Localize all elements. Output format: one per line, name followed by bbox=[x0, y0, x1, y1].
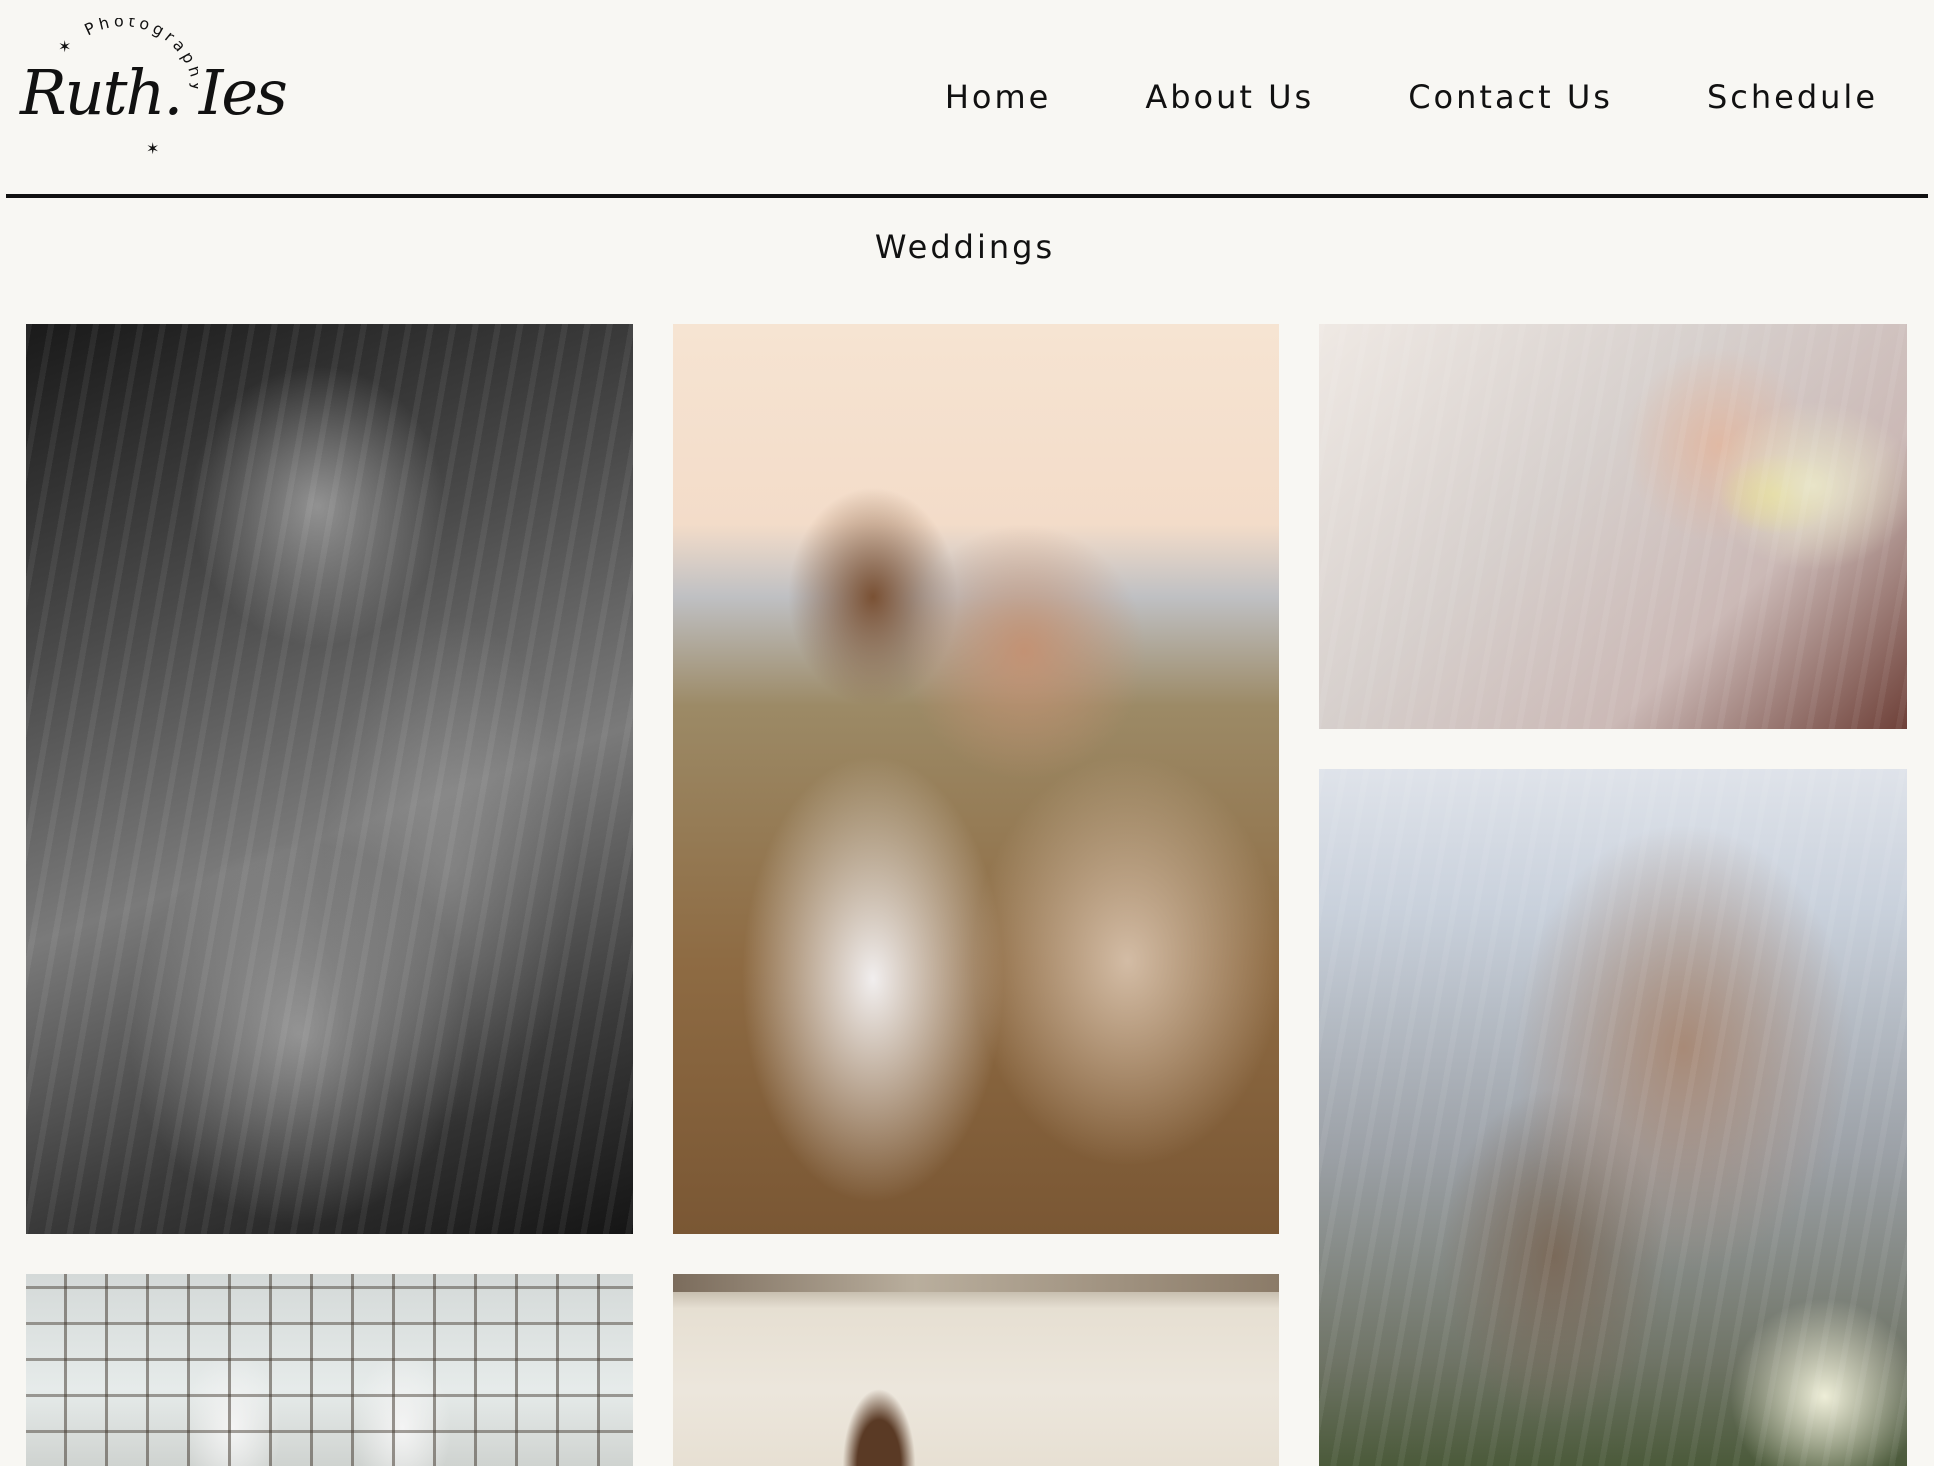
header-divider bbox=[6, 194, 1928, 198]
site-logo[interactable]: Photography ✶ ✶ Ruth. Ies bbox=[18, 11, 288, 163]
veil-overlay bbox=[26, 324, 633, 1234]
gallery-photo-veil-kiss[interactable] bbox=[1319, 769, 1907, 1466]
veil-overlay bbox=[1319, 769, 1907, 1466]
veil-overlay bbox=[1319, 324, 1907, 729]
logo-script-text: Ruth. Ies bbox=[20, 56, 288, 129]
nav-contact-us-link[interactable]: Contact Us bbox=[1408, 78, 1613, 116]
gallery-photo-bouquet[interactable] bbox=[1319, 324, 1907, 729]
star-icon: ✶ bbox=[146, 139, 159, 158]
page: Photography ✶ ✶ Ruth. Ies Home About Us … bbox=[0, 0, 1934, 1466]
gallery-photo-interior[interactable] bbox=[673, 1274, 1279, 1466]
nav-about-us-link[interactable]: About Us bbox=[1145, 78, 1314, 116]
gallery-photo-couple-sunset[interactable] bbox=[673, 324, 1279, 1234]
gallery-photo-bw-veil[interactable] bbox=[26, 324, 633, 1234]
nav-schedule-link[interactable]: Schedule bbox=[1707, 78, 1878, 116]
gallery-photo-window-couple[interactable] bbox=[26, 1274, 633, 1466]
nav-home-link[interactable]: Home bbox=[945, 78, 1052, 116]
site-header: Photography ✶ ✶ Ruth. Ies Home About Us … bbox=[0, 0, 1934, 196]
section-title: Weddings bbox=[874, 228, 1056, 266]
main-nav: Home About Us Contact Us Schedule bbox=[945, 78, 1878, 116]
star-icon: ✶ bbox=[58, 37, 71, 56]
